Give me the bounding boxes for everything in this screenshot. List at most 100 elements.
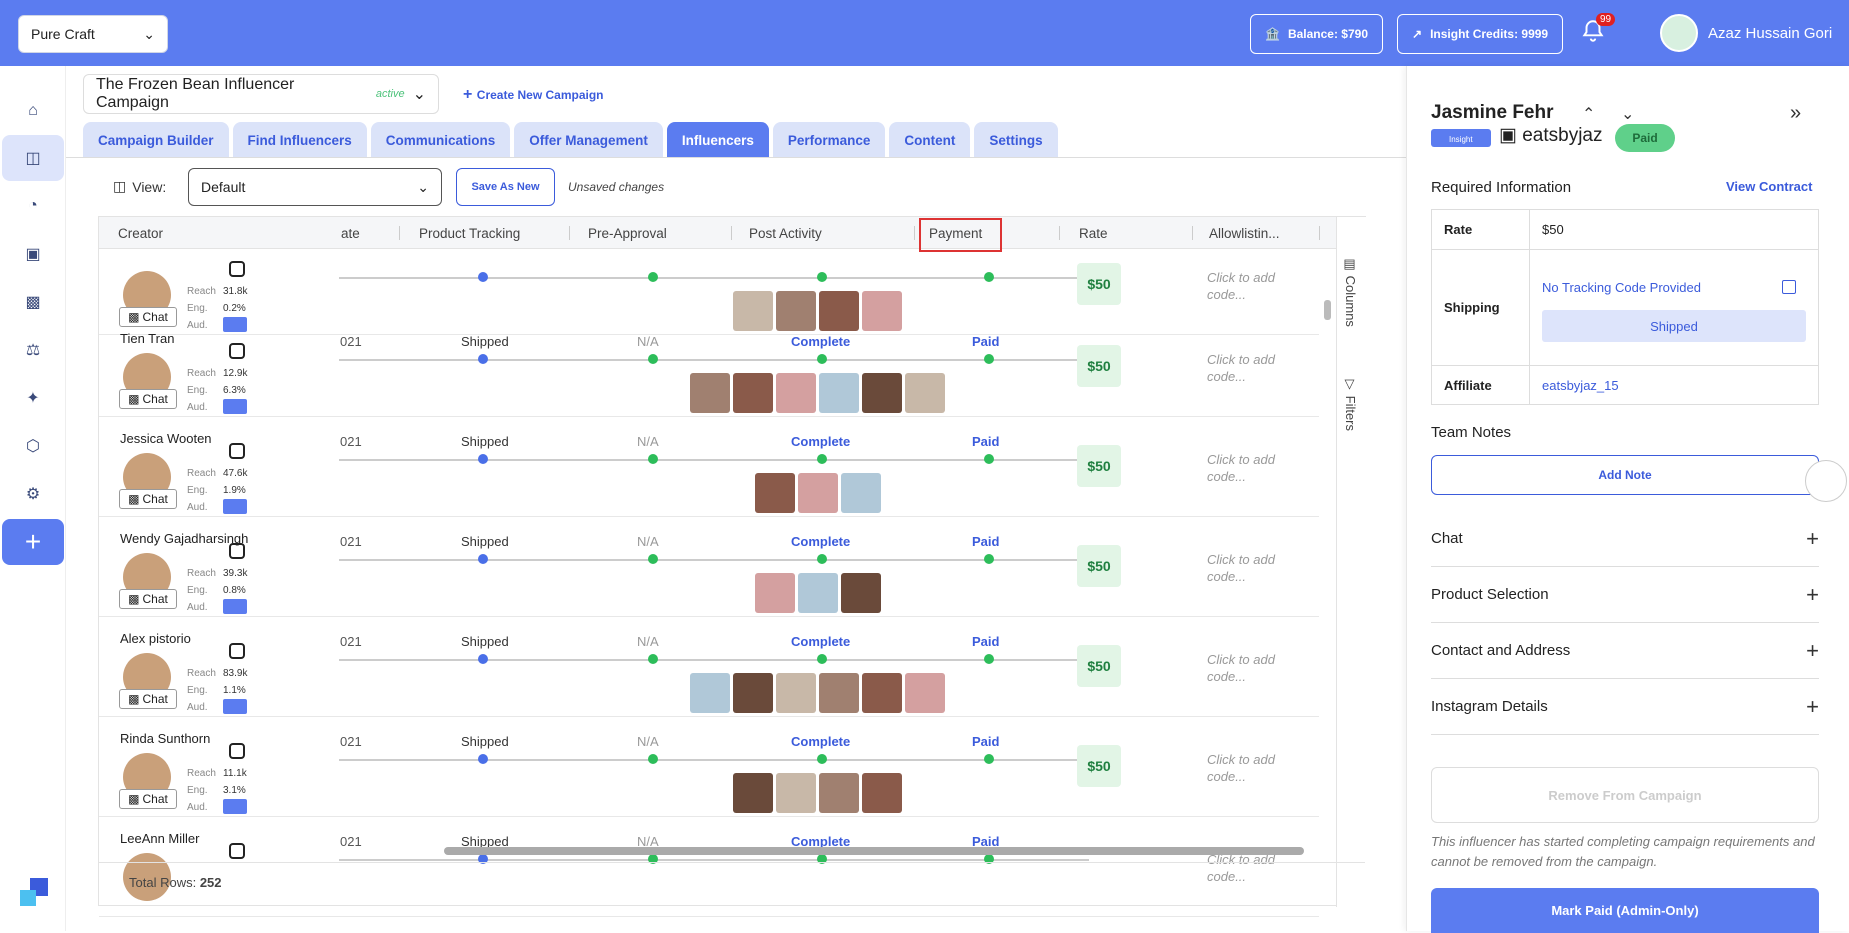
allowlisting-code-cell[interactable]: Click to add code...	[1207, 751, 1287, 785]
add-icon[interactable]: +	[2, 519, 64, 565]
chat-button[interactable]: ▩ Chat	[119, 389, 177, 409]
allowlisting-code-cell[interactable]: Click to add code...	[1207, 651, 1287, 685]
chat-button[interactable]: ▩ Chat	[119, 689, 177, 709]
instagram-icon[interactable]	[229, 843, 245, 859]
accordion-contact-address[interactable]: Contact and Address +	[1431, 623, 1819, 679]
table-row[interactable]: Jessica Wooten Reach Eng. Aud. 47.6k 1.9% ▩ Cha…	[99, 417, 1319, 517]
sparkle-icon[interactable]: ✦	[2, 375, 64, 421]
creator-name[interactable]: Tien Tran	[120, 331, 174, 346]
post-thumbnail[interactable]	[733, 373, 773, 413]
post-thumbnail[interactable]	[754, 573, 795, 613]
table-row[interactable]: Wendy Gajadharsingh Reach Eng. Aud. 39.3k 0.8…	[99, 517, 1319, 617]
accordion-product-selection[interactable]: Product Selection +	[1431, 567, 1819, 623]
analytics-icon[interactable]: ◔	[2, 183, 64, 229]
view-select[interactable]: Default ⌄	[188, 168, 442, 206]
post-thumbnail[interactable]	[905, 373, 945, 413]
creator-name[interactable]: Alex pistorio	[120, 631, 191, 646]
post-thumbnail[interactable]	[819, 673, 859, 713]
audience-insight-icon[interactable]	[223, 599, 247, 614]
audience-insight-icon[interactable]	[223, 699, 247, 714]
post-thumbnail[interactable]	[862, 373, 902, 413]
tab-offer-management[interactable]: Offer Management	[514, 122, 663, 158]
support-avatar[interactable]	[1805, 460, 1847, 502]
save-as-new-button[interactable]: Save As New	[456, 168, 555, 206]
post-thumbnail[interactable]	[862, 773, 902, 813]
accordion-instagram-details[interactable]: Instagram Details +	[1431, 679, 1819, 735]
instagram-icon[interactable]	[229, 743, 245, 759]
bank-icon[interactable]: ⚖	[2, 327, 64, 373]
horizontal-scrollbar[interactable]	[444, 847, 1304, 855]
post-thumbnail[interactable]	[819, 373, 859, 413]
mark-paid-button[interactable]: Mark Paid (Admin-Only)	[1431, 888, 1819, 933]
post-thumbnail[interactable]	[733, 773, 773, 813]
create-campaign-link[interactable]: + Create New Campaign	[463, 86, 604, 104]
tab-performance[interactable]: Performance	[772, 122, 886, 158]
audience-insight-icon[interactable]	[223, 499, 247, 514]
instagram-icon[interactable]	[229, 643, 245, 659]
add-note-button[interactable]: Add Note	[1431, 455, 1819, 495]
table-row[interactable]: Tien Tran Reach Eng. Aud. 12.9k 6.3% ▩ Chat 021 S…	[99, 317, 1319, 417]
tab-communications[interactable]: Communications	[370, 122, 511, 158]
allowlisting-code-cell[interactable]: Click to add code...	[1207, 551, 1287, 585]
tab-campaign-builder[interactable]: Campaign Builder	[83, 122, 229, 158]
tab-content[interactable]: Content	[889, 122, 971, 158]
gear-icon[interactable]: ⚙	[2, 471, 64, 517]
campaigns-icon[interactable]: ◫	[2, 135, 64, 181]
post-thumbnail[interactable]	[776, 373, 816, 413]
view-contract-link[interactable]: View Contract	[1726, 179, 1812, 194]
hexagon-icon[interactable]: ⬡	[2, 423, 64, 469]
tab-find-influencers[interactable]: Find Influencers	[232, 122, 367, 158]
post-thumbnail[interactable]	[690, 673, 730, 713]
instagram-icon[interactable]	[229, 343, 245, 359]
allowlisting-code-cell[interactable]: Click to add code...	[1207, 451, 1287, 485]
brand-selector[interactable]: Pure Craft ⌄	[18, 15, 168, 53]
campaign-selector[interactable]: The Frozen Bean Influencer Campaign acti…	[83, 74, 439, 114]
instagram-icon[interactable]	[229, 443, 245, 459]
user-menu[interactable]: Azaz Hussain Gori	[1660, 14, 1832, 52]
edit-icon[interactable]	[1782, 280, 1796, 294]
instagram-icon[interactable]	[229, 261, 245, 277]
post-thumbnail[interactable]	[819, 773, 859, 813]
post-thumbnail[interactable]	[862, 673, 902, 713]
filters-toggle[interactable]: ▽ Filters	[1343, 377, 1358, 431]
chevron-down-icon[interactable]: ⌄	[1621, 104, 1634, 124]
columns-toggle[interactable]: ▤ Columns	[1343, 257, 1358, 327]
post-thumbnail[interactable]	[690, 373, 730, 413]
creator-name[interactable]: LeeAnn Miller	[120, 831, 200, 846]
allowlisting-code-cell[interactable]: Click to add code...	[1207, 269, 1287, 303]
instagram-handle[interactable]: ▣ eatsbyjaz	[1499, 124, 1603, 147]
post-thumbnail[interactable]	[776, 673, 816, 713]
instagram-icon[interactable]	[229, 543, 245, 559]
image-icon[interactable]: ▣	[2, 231, 64, 277]
creator-name[interactable]: Rinda Sunthorn	[120, 731, 210, 746]
balance-button[interactable]: 🏦 Balance: $790	[1250, 14, 1384, 54]
vertical-scrollbar[interactable]	[1324, 300, 1331, 320]
audience-insight-icon[interactable]	[223, 799, 247, 814]
creator-name[interactable]: Jessica Wooten	[120, 431, 212, 446]
post-thumbnail[interactable]	[733, 673, 773, 713]
collapse-panel-icon[interactable]: »	[1790, 102, 1801, 125]
post-thumbnail[interactable]	[754, 473, 795, 513]
post-thumbnail[interactable]	[840, 573, 881, 613]
affiliate-link[interactable]: eatsbyjaz_15	[1542, 378, 1619, 393]
post-thumbnail[interactable]	[797, 573, 838, 613]
post-thumbnail[interactable]	[776, 773, 816, 813]
insight-credits-button[interactable]: ↗ Insight Credits: 9999	[1397, 14, 1564, 54]
tab-settings[interactable]: Settings	[974, 122, 1058, 158]
post-thumbnail[interactable]	[905, 673, 945, 713]
tracking-code-link[interactable]: No Tracking Code Provided	[1542, 280, 1701, 295]
chat-button[interactable]: ▩ Chat	[119, 589, 177, 609]
post-thumbnail[interactable]	[797, 473, 838, 513]
post-thumbnail[interactable]	[840, 473, 881, 513]
chat-button[interactable]: ▩ Chat	[119, 489, 177, 509]
tab-influencers[interactable]: Influencers	[666, 122, 769, 158]
audience-insight-icon[interactable]	[223, 399, 247, 414]
accordion-chat[interactable]: Chat +	[1431, 511, 1819, 567]
table-row[interactable]: Rinda Sunthorn Reach Eng. Aud. 11.1k 3.1% ▩ Cha…	[99, 717, 1319, 817]
table-row[interactable]: Alex pistorio Reach Eng. Aud. 83.9k 1.1% ▩ Chat…	[99, 617, 1319, 717]
home-icon[interactable]: ⌂	[2, 88, 64, 134]
chat-icon[interactable]: ▩	[2, 279, 64, 325]
allowlisting-code-cell[interactable]: Click to add code...	[1207, 351, 1287, 385]
chevron-up-icon[interactable]: ⌃	[1582, 104, 1595, 124]
chat-button[interactable]: ▩ Chat	[119, 789, 177, 809]
